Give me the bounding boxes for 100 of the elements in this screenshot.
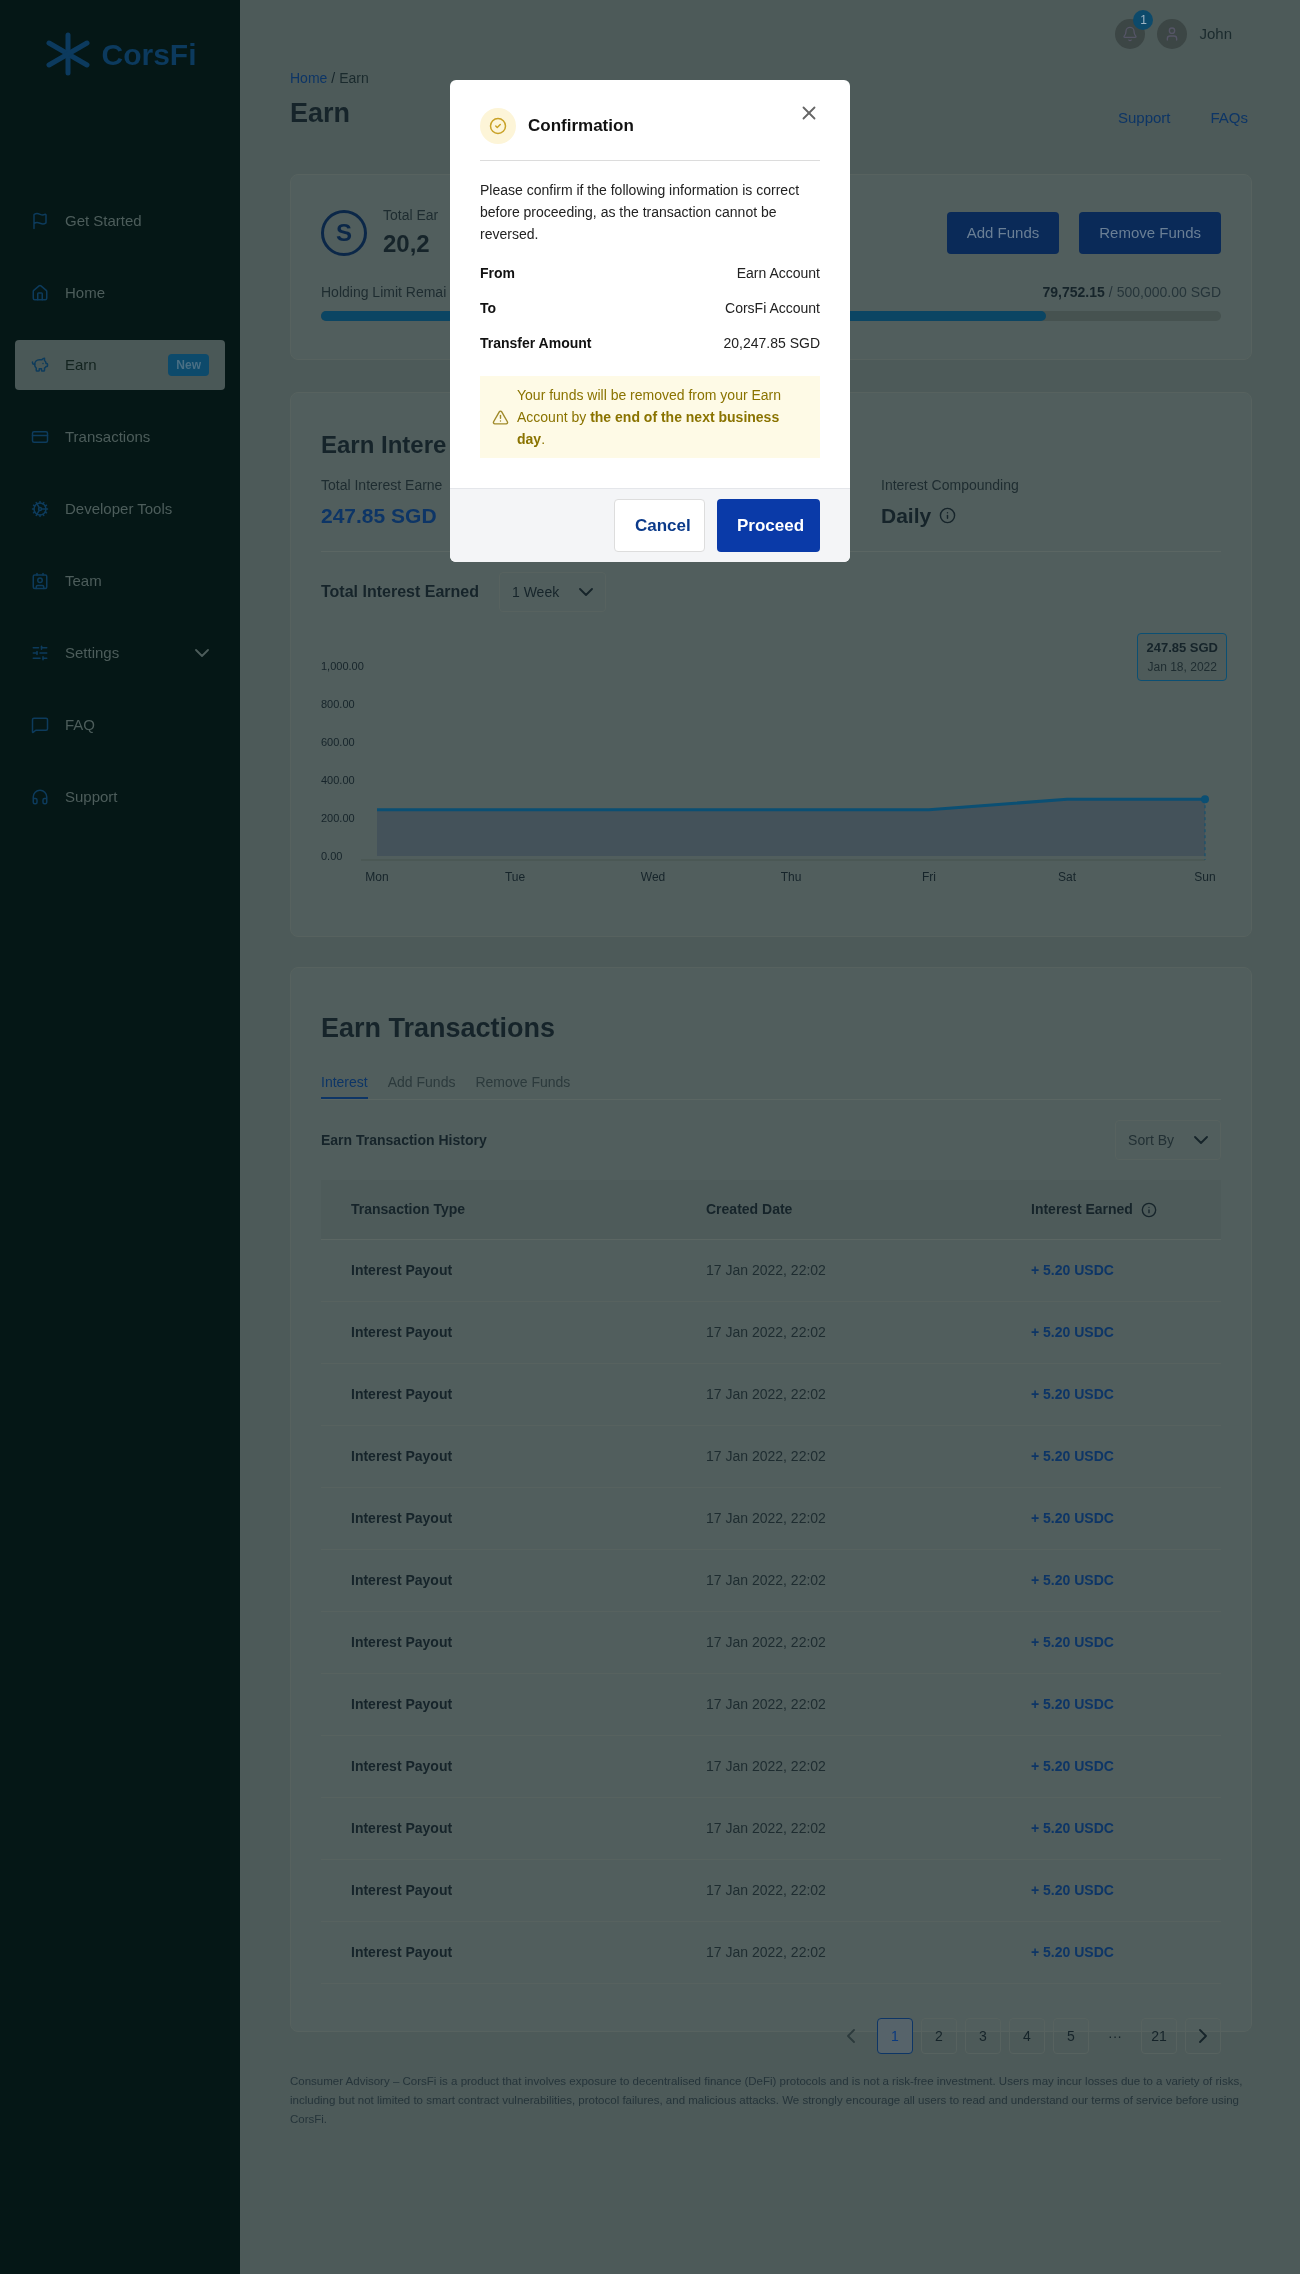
add-funds-button[interactable]: Add Funds <box>946 212 1060 254</box>
column-header: Interest Earned <box>1031 1200 1133 1219</box>
breadcrumb-separator: / <box>331 69 336 88</box>
range-dropdown[interactable]: 1 Week <box>498 572 607 612</box>
message-icon <box>31 716 49 734</box>
cancel-button[interactable]: Cancel <box>614 499 705 552</box>
chevron-left-icon <box>847 2029 855 2043</box>
table-cell-text: + 5.20 USDC <box>1031 1385 1114 1404</box>
table-cell-text: + 5.20 USDC <box>1031 1571 1114 1590</box>
detail-label: From <box>480 264 515 283</box>
table-cell-text: Interest Payout <box>350 1571 454 1590</box>
cog-icon <box>31 500 49 518</box>
page-button[interactable]: 4 <box>1009 2018 1045 2054</box>
sidebar-label: Get Started <box>65 210 143 231</box>
x-tick-label: Fri <box>922 870 936 884</box>
notification-count: 1 <box>1133 10 1154 30</box>
sidebar-item[interactable]: Developer Tools <box>15 484 225 534</box>
x-tick-label: Mon <box>365 870 389 884</box>
home-icon <box>31 284 49 302</box>
table-cell-text: Interest Payout <box>350 1323 454 1342</box>
warning-icon <box>492 408 509 426</box>
table-cell-text: + 5.20 USDC <box>1031 1447 1114 1466</box>
table-cell-text: + 5.20 USDC <box>1031 1261 1114 1280</box>
table-cell-text: Interest Payout <box>350 1757 454 1776</box>
chevron-icon <box>579 588 594 596</box>
warning-text: Your funds will be removed from your Earn Account by the end of the next business day. <box>517 386 783 449</box>
sidebar-label: FAQ <box>65 714 96 735</box>
table-cell-text: Interest Payout <box>350 1943 454 1962</box>
sidebar-label: Team <box>65 570 103 591</box>
flag-icon <box>31 212 49 230</box>
table-cell-text: Interest Payout <box>350 1509 454 1528</box>
sidebar-item[interactable]: Settings <box>15 628 225 678</box>
table-cell-text: + 5.20 USDC <box>1031 1943 1114 1962</box>
info-icon[interactable] <box>1140 1201 1157 1218</box>
table-cell-text: + 5.20 USDC <box>1031 1323 1114 1342</box>
sidebar-item[interactable]: Earn New <box>15 340 225 390</box>
table-cell-text: + 5.20 USDC <box>1031 1819 1114 1838</box>
stat-value: Daily <box>881 502 932 529</box>
sidebar-item[interactable]: FAQ <box>15 700 225 750</box>
sidebar-item[interactable]: Team <box>15 556 225 606</box>
user-avatar[interactable] <box>1157 19 1188 49</box>
tab[interactable]: Interest <box>321 1072 368 1099</box>
breadcrumb-link[interactable]: Home <box>290 68 328 89</box>
new-badge: New <box>168 354 209 376</box>
table-cell-text: Interest Payout <box>350 1261 454 1280</box>
detail-label: To <box>480 299 497 318</box>
page-title: Earn <box>290 97 352 130</box>
table-cell-text: Interest Payout <box>350 1385 454 1404</box>
x-tick-label: Wed <box>640 870 666 884</box>
table-cell-text: Interest Payout <box>350 1881 454 1900</box>
x-tick-label: Tue <box>504 870 526 884</box>
next-page-button[interactable] <box>1185 2018 1221 2054</box>
data-point <box>1201 795 1209 804</box>
piggy-bank-icon <box>31 356 49 374</box>
sidebar-label: Earn <box>65 354 98 375</box>
table-cell-text: Interest Payout <box>350 1695 454 1714</box>
header-link[interactable]: FAQs <box>1210 107 1248 130</box>
proceed-button[interactable]: Proceed <box>717 499 820 552</box>
page-button[interactable]: 1 <box>877 2018 913 2054</box>
y-tick-label: 400.00 <box>321 774 355 786</box>
sidebar-item[interactable]: Support <box>15 772 225 822</box>
page-button[interactable]: 21 <box>1141 2018 1177 2054</box>
sidebar-item[interactable]: Transactions <box>15 412 225 462</box>
sidebar-label: Transactions <box>65 426 152 447</box>
page-button[interactable]: 2 <box>921 2018 957 2054</box>
balance-amount: 20,2 <box>383 228 431 259</box>
card-icon <box>31 428 49 446</box>
bell-icon <box>1122 26 1139 42</box>
sidebar-item[interactable]: Get Started <box>15 196 225 246</box>
logo-text: CorsFi <box>101 36 197 73</box>
coin-icon: S <box>321 210 367 256</box>
section-title: Earn Intere <box>321 429 447 460</box>
x-tick-label: Sat <box>1058 870 1076 884</box>
page-button[interactable]: 3 <box>965 2018 1001 2054</box>
dialog-message: Please confirm if the following information is correct before proceeding, as the transaction cannot be reversed. <box>480 181 801 244</box>
info-icon[interactable] <box>939 506 957 524</box>
page-button[interactable]: 5 <box>1053 2018 1089 2054</box>
remove-funds-button[interactable]: Remove Funds <box>1079 212 1221 254</box>
y-tick-label: 800.00 <box>321 698 355 710</box>
tooltip-value: 247.85 SGD <box>1146 639 1218 657</box>
detail-value: Earn Account <box>736 264 820 283</box>
table-title: Earn Transaction History <box>321 1130 487 1150</box>
stat-value: 247.85 SGD <box>321 502 437 529</box>
table-cell-text: + 5.20 USDC <box>1031 1881 1114 1900</box>
contact-card-icon <box>31 572 49 590</box>
detail-label: Transfer Amount <box>480 334 592 353</box>
sliders-icon <box>31 644 49 662</box>
sidebar-label: Developer Tools <box>65 498 174 519</box>
sidebar-item[interactable]: Home <box>15 268 225 318</box>
table-cell-text: + 5.20 USDC <box>1031 1757 1114 1776</box>
header-link[interactable]: Support <box>1117 107 1171 130</box>
table-cell-text: + 5.20 USDC <box>1031 1695 1114 1714</box>
table-cell-text: Interest Payout <box>350 1633 454 1652</box>
table-cell-text: + 5.20 USDC <box>1031 1509 1114 1528</box>
table-cell-text: + 5.20 USDC <box>1031 1633 1114 1652</box>
sidebar-label: Support <box>65 786 119 807</box>
detail-value: 20,247.85 SGD <box>723 334 820 353</box>
column-header: Transaction Type <box>350 1200 467 1219</box>
column-header: Created Date <box>706 1200 794 1219</box>
pagination-ellipsis: ··· <box>1107 2026 1123 2046</box>
